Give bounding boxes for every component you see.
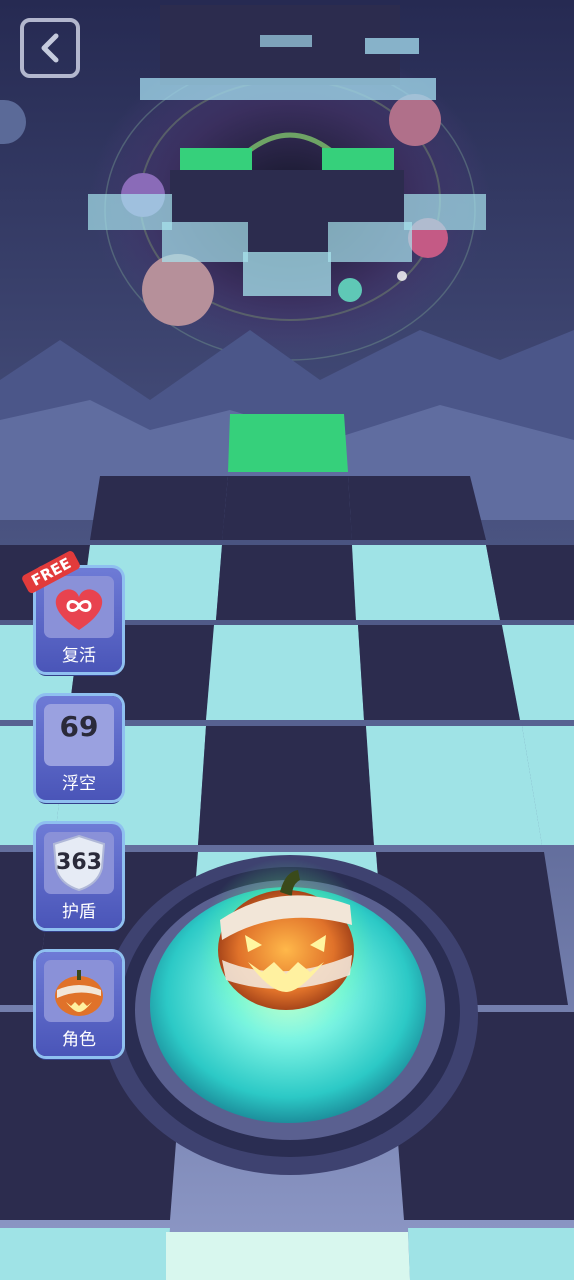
character-label: 角色 [62,1030,96,1050]
planet-small [338,278,362,302]
shield-count: 363 [56,850,102,875]
shield-button[interactable]: 363 护盾 [36,824,122,928]
float-button[interactable]: 69 浮空 [36,696,122,800]
back-button[interactable] [20,18,80,78]
float-count: 69 [59,710,99,743]
revive-button[interactable]: FREE 复活 [20,549,122,672]
target-tile [228,414,348,472]
planet-right [389,94,441,146]
heart-infinity-icon [44,576,114,638]
float-label: 浮空 [62,774,96,794]
revive-label: 复活 [62,646,96,666]
planet-left [142,254,214,326]
pumpkin-icon [44,960,114,1022]
character-button[interactable]: 角色 [36,952,122,1056]
shield-label: 护盾 [62,902,96,922]
pumpkin-character [198,858,374,1042]
back-arrow-icon [41,33,59,63]
